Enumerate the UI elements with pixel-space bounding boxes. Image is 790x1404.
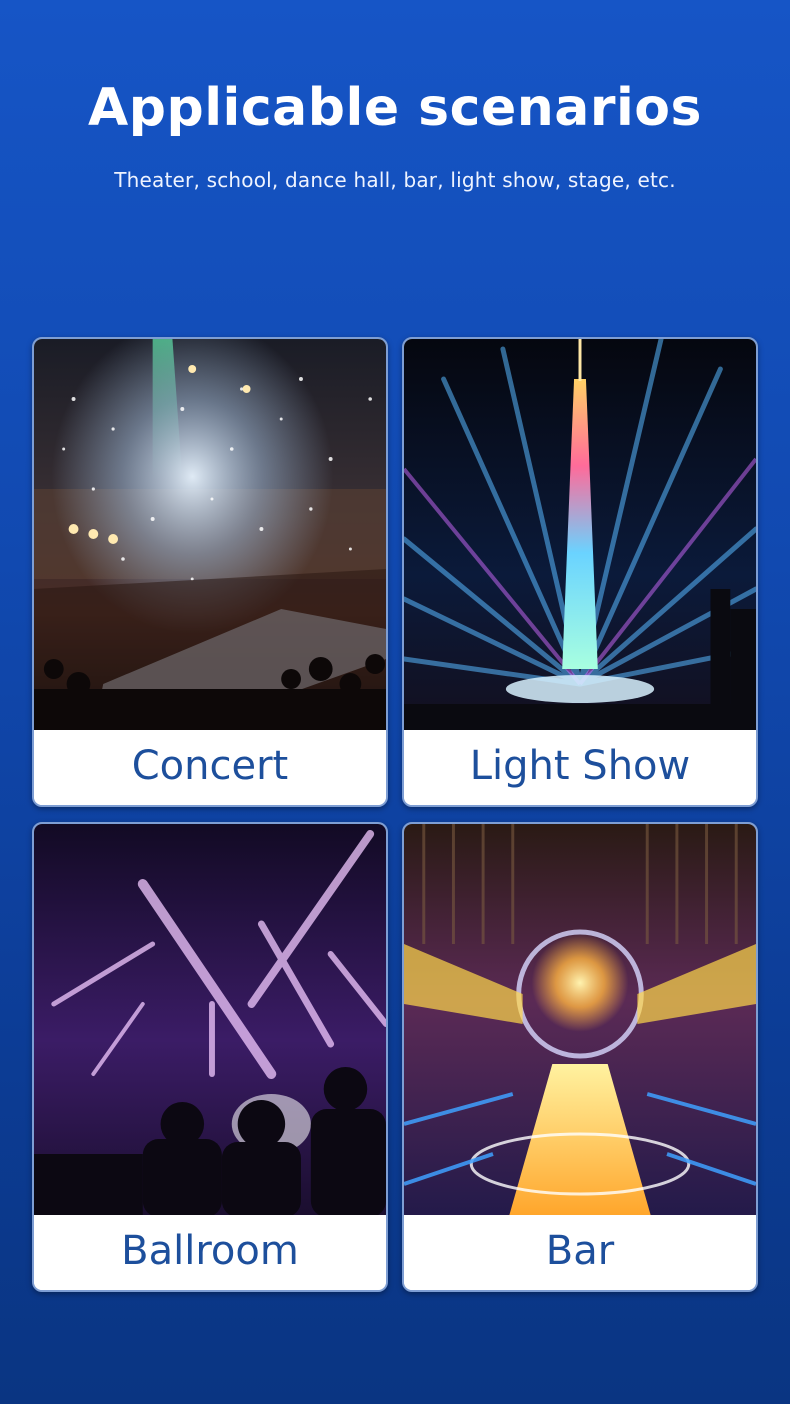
scenario-label-ballroom: Ballroom — [34, 1215, 386, 1290]
header-section: Applicable scenarios Theater, school, da… — [0, 0, 790, 300]
scenario-label-concert: Concert — [34, 730, 386, 805]
page-subtitle: Theater, school, dance hall, bar, light … — [114, 168, 676, 192]
scenario-label-light-show: Light Show — [404, 730, 756, 805]
scenario-card-light-show: Light Show — [402, 337, 758, 807]
tower-light-show-photo — [404, 339, 756, 732]
scenario-card-ballroom: Ballroom — [32, 822, 388, 1292]
ballroom-beam-lights-photo — [34, 824, 386, 1217]
bar-stage-photo — [404, 824, 756, 1217]
concert-stage-photo — [34, 339, 386, 732]
scenario-card-bar: Bar — [402, 822, 758, 1292]
scenario-card-concert: Concert — [32, 337, 388, 807]
page-title: Applicable scenarios — [88, 78, 702, 138]
scenario-label-bar: Bar — [404, 1215, 756, 1290]
